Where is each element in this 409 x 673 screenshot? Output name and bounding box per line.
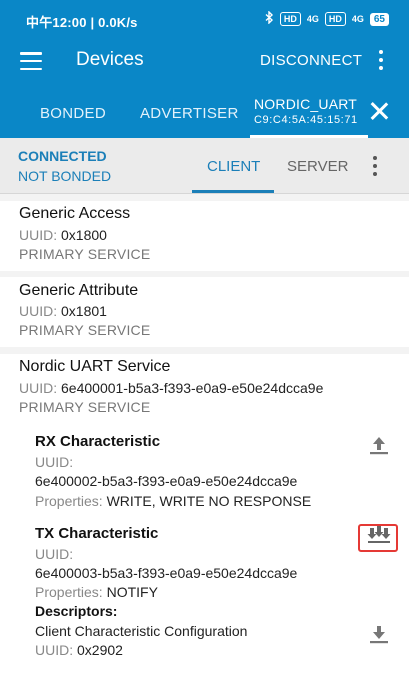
bond-status: NOT BONDED: [18, 168, 112, 184]
signal-icon: 4G: [306, 14, 319, 24]
service-generic-access[interactable]: Generic Access UUID: 0x1800 PRIMARY SERV…: [0, 201, 409, 271]
overflow-menu-icon[interactable]: [376, 50, 386, 70]
device-mac: C9:C4:5A:45:15:71: [254, 114, 358, 126]
hd-badge: HD: [279, 12, 301, 26]
tab-advertiser[interactable]: ADVERTISER: [140, 105, 239, 122]
descriptor-name: Client Characteristic Configuration: [35, 623, 248, 639]
disconnect-button[interactable]: DISCONNECT: [260, 52, 362, 69]
hd-badge-2: HD: [324, 12, 346, 26]
characteristic-properties: Properties: WRITE, WRITE NO RESPONSE: [35, 493, 312, 509]
characteristic-properties: Properties: NOTIFY: [35, 584, 158, 600]
app-bar: Devices DISCONNECT: [0, 40, 409, 84]
tab-client[interactable]: CLIENT: [207, 158, 260, 175]
service-uuid: UUID: 0x1800: [19, 227, 107, 243]
service-nordic-uart[interactable]: Nordic UART Service UUID: 6e400001-b5a3-…: [0, 354, 409, 673]
characteristic-name: TX Characteristic: [35, 525, 159, 542]
highlight-box: [358, 524, 398, 552]
device-tabs: BONDED ADVERTISER NORDIC_UART C9:C4:5A:4…: [0, 84, 409, 138]
connection-status: CONNECTED: [18, 148, 107, 164]
characteristic-uuid-label: UUID:: [35, 454, 74, 470]
service-type: PRIMARY SERVICE: [19, 246, 151, 262]
tab-server[interactable]: SERVER: [287, 158, 348, 175]
status-time-speed: 中午12:00 | 0.0K/s: [26, 15, 138, 30]
characteristic-name: RX Characteristic: [35, 433, 161, 450]
service-name: Generic Attribute: [19, 282, 139, 299]
characteristic-uuid-label: UUID:: [35, 546, 74, 562]
service-type: PRIMARY SERVICE: [19, 322, 151, 338]
service-uuid: UUID: 0x1801: [19, 303, 107, 319]
service-type: PRIMARY SERVICE: [19, 399, 151, 415]
hamburger-menu-icon[interactable]: [20, 52, 42, 70]
device-name: NORDIC_UART: [254, 96, 358, 112]
status-icons: HD 4G HD 4G 65: [265, 10, 389, 27]
client-overflow-menu-icon[interactable]: [370, 156, 380, 176]
service-generic-attribute[interactable]: Generic Attribute UUID: 0x1801 PRIMARY S…: [0, 277, 409, 347]
tab-nordic-uart[interactable]: NORDIC_UART C9:C4:5A:45:15:71: [254, 96, 358, 126]
status-bar: 中午12:00 | 0.0K/s HD 4G HD 4G 65: [0, 0, 409, 40]
tab-bonded[interactable]: BONDED: [40, 105, 106, 122]
app-title: Devices: [76, 49, 144, 70]
service-name: Nordic UART Service: [19, 358, 171, 375]
service-list: Generic Access UUID: 0x1800 PRIMARY SERV…: [0, 194, 409, 673]
download-arrow-icon[interactable]: [368, 623, 390, 645]
signal-icon-2: 4G: [351, 14, 364, 24]
descriptors-title: Descriptors:: [35, 603, 118, 619]
bluetooth-icon: [265, 10, 274, 27]
connection-bar: CONNECTED NOT BONDED CLIENT SERVER: [0, 138, 409, 194]
characteristic-uuid: 6e400002-b5a3-f393-e0a9-e50e24dcca9e: [35, 473, 298, 489]
battery-icon: 65: [369, 12, 389, 26]
characteristic-uuid: 6e400003-b5a3-f393-e0a9-e50e24dcca9e: [35, 565, 298, 581]
upload-arrow-icon[interactable]: [368, 434, 390, 456]
close-icon[interactable]: [369, 101, 389, 121]
service-uuid: UUID: 6e400001-b5a3-f393-e0a9-e50e24dcca…: [19, 380, 324, 396]
client-tab-indicator: [192, 190, 274, 193]
descriptor-uuid: UUID: 0x2902: [35, 642, 123, 658]
service-name: Generic Access: [19, 205, 131, 222]
